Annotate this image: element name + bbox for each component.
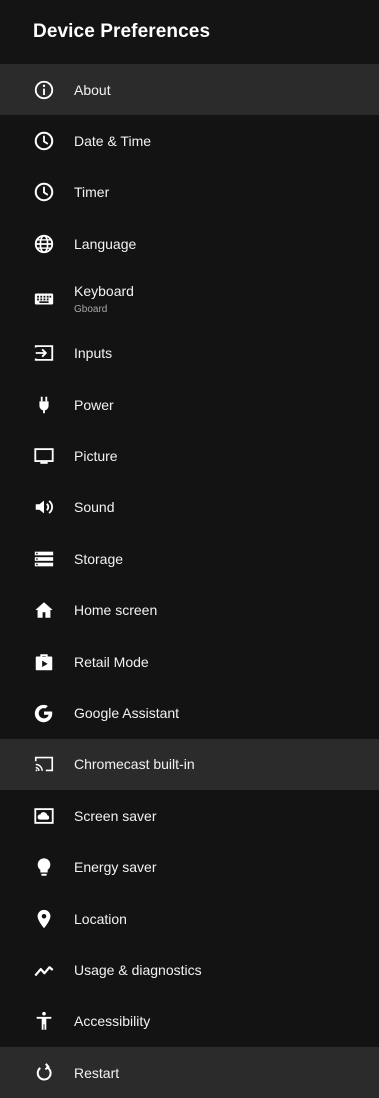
volume-icon — [32, 495, 56, 519]
menu-item-label: Inputs — [74, 345, 113, 362]
menu-item-retail-mode[interactable]: Retail Mode — [0, 636, 379, 687]
menu-item-home-screen[interactable]: Home screen — [0, 585, 379, 636]
menu-item-sound[interactable]: Sound — [0, 482, 379, 533]
menu-item-sublabel: Gboard — [74, 303, 108, 315]
menu-item-label: Energy saver — [74, 859, 157, 876]
storage-icon — [32, 547, 56, 571]
menu-item-screen-saver[interactable]: Screen saver — [0, 790, 379, 841]
keyboard-icon — [32, 287, 56, 311]
input-icon — [32, 341, 56, 365]
keyboard-text: Keyboard Gboard — [74, 283, 134, 315]
tv-icon — [32, 444, 56, 468]
menu-item-keyboard[interactable]: Keyboard Gboard — [0, 270, 379, 328]
menu-item-label: Picture — [74, 448, 118, 465]
menu-item-label: Usage & diagnostics — [74, 961, 202, 978]
lightbulb-icon — [32, 855, 56, 879]
menu-item-label: Chromecast built-in — [74, 756, 195, 773]
menu-item-google-assistant[interactable]: Google Assistant — [0, 687, 379, 738]
device-preferences-panel: Device Preferences About Date & Time Tim… — [0, 0, 379, 1098]
power-plug-icon — [32, 393, 56, 417]
menu-item-timer[interactable]: Timer — [0, 167, 379, 218]
timer-icon — [32, 180, 56, 204]
menu-item-label: Location — [74, 910, 127, 927]
accessibility-icon — [32, 1009, 56, 1033]
header: Device Preferences — [0, 0, 379, 64]
trend-line-icon — [32, 958, 56, 982]
menu-item-inputs[interactable]: Inputs — [0, 328, 379, 379]
settings-menu: About Date & Time Timer Language Keyboar… — [0, 64, 379, 1098]
menu-item-storage[interactable]: Storage — [0, 533, 379, 584]
page-title: Device Preferences — [33, 21, 211, 42]
info-icon — [32, 78, 56, 102]
store-bag-icon — [32, 650, 56, 674]
menu-item-label: Restart — [74, 1064, 120, 1081]
location-pin-icon — [32, 907, 56, 931]
menu-item-label: Retail Mode — [74, 653, 149, 670]
menu-item-label: Language — [74, 235, 137, 252]
menu-item-usage-diagnostics[interactable]: Usage & diagnostics — [0, 944, 379, 995]
globe-icon — [32, 232, 56, 256]
menu-item-power[interactable]: Power — [0, 379, 379, 430]
menu-item-label: Google Assistant — [74, 704, 180, 721]
clock-icon — [32, 129, 56, 153]
menu-item-label: Power — [74, 396, 114, 413]
menu-item-label: Home screen — [74, 602, 158, 619]
menu-item-energy-saver[interactable]: Energy saver — [0, 841, 379, 892]
menu-item-date-time[interactable]: Date & Time — [0, 115, 379, 166]
menu-item-label: Keyboard — [74, 282, 134, 299]
cast-icon — [32, 752, 56, 776]
menu-item-picture[interactable]: Picture — [0, 430, 379, 481]
restart-icon — [32, 1061, 56, 1085]
menu-item-label: About — [74, 81, 111, 98]
menu-item-label: Date & Time — [74, 133, 152, 150]
google-icon — [32, 701, 56, 725]
menu-item-label: Sound — [74, 499, 115, 516]
menu-item-label: Timer — [74, 184, 110, 201]
menu-item-location[interactable]: Location — [0, 893, 379, 944]
menu-item-accessibility[interactable]: Accessibility — [0, 996, 379, 1047]
menu-item-about[interactable]: About — [0, 64, 379, 116]
menu-item-restart[interactable]: Restart — [0, 1047, 379, 1098]
menu-item-language[interactable]: Language — [0, 218, 379, 269]
menu-item-label: Screen saver — [74, 807, 157, 824]
menu-item-label: Accessibility — [74, 1013, 151, 1030]
menu-item-chromecast[interactable]: Chromecast built-in — [0, 738, 379, 791]
menu-item-label: Storage — [74, 550, 124, 567]
screen-saver-icon — [32, 804, 56, 828]
home-icon — [32, 598, 56, 622]
